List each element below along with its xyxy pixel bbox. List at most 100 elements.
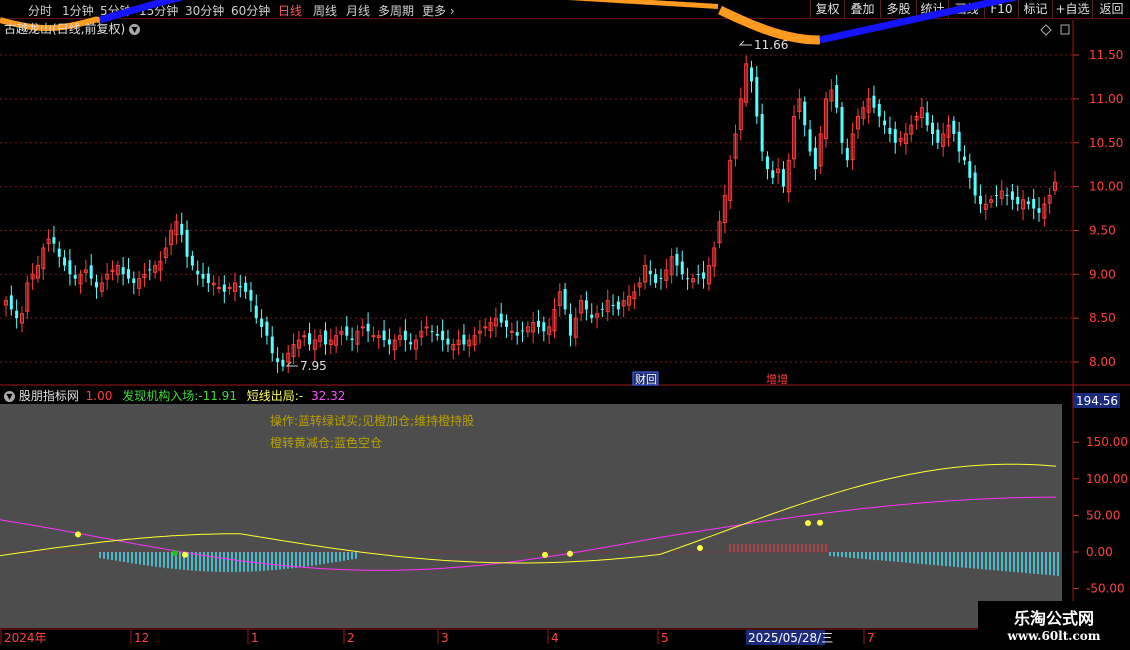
- candle-body-down: [696, 274, 700, 276]
- band-signal-dot: [542, 551, 548, 558]
- chevron-down-icon[interactable]: ▼: [129, 24, 141, 35]
- candle-body-down: [542, 322, 546, 332]
- candle-body-down: [89, 265, 93, 279]
- candle-body-down: [563, 288, 567, 310]
- candle-body-down: [957, 131, 961, 152]
- candle-body-down: [222, 284, 226, 292]
- candle-body-down: [244, 282, 248, 292]
- watermark-title: 乐淘公式网: [1013, 609, 1094, 628]
- candle-body-down: [536, 320, 540, 327]
- low-price-marker: 7.95: [285, 359, 327, 373]
- candle-body-down: [1005, 194, 1009, 196]
- band-segment-orange: [567, 0, 719, 9]
- indicator-axis: 150.00 100.00 50.00 0.00 -50.00: [1073, 435, 1128, 596]
- candle-body-down: [515, 332, 519, 336]
- price-tick-label: 10.50: [1089, 136, 1123, 150]
- band-segment-blue: [819, 0, 1019, 44]
- candle-body-down: [345, 326, 349, 336]
- candle-body-down: [249, 290, 253, 301]
- indicator-legend-line-2: 橙转黄减仓;蓝色空仓: [270, 436, 383, 450]
- institution-label: 发现机构入场:: [122, 389, 199, 403]
- band-segment-blue: [98, 0, 185, 24]
- candle-body-down: [1010, 191, 1014, 200]
- candle-body-up: [424, 326, 429, 329]
- indicator-legend-line-1: 操作:蓝转绿试买;见橙加仓;维持橙持股: [270, 414, 475, 428]
- price-tick-label: 11.50: [1089, 48, 1123, 62]
- candle-body-down: [403, 330, 407, 341]
- high-price-marker: 11.66: [738, 38, 788, 52]
- time-tick-label: 4: [551, 631, 559, 645]
- candle-body-down: [973, 172, 977, 196]
- time-tick-label: 3: [441, 631, 449, 645]
- candle-body-down: [760, 113, 764, 152]
- candle-body-up: [371, 335, 376, 338]
- low-price-label: 7.95: [300, 359, 327, 373]
- increase-badge-text: 增增: [766, 372, 788, 386]
- diamond-icon[interactable]: [1040, 24, 1052, 36]
- candle-body-down: [931, 122, 935, 134]
- candle-body-down: [675, 253, 679, 266]
- candle-body-down: [994, 195, 998, 197]
- candle-body-down: [276, 358, 280, 362]
- high-price-label: 11.66: [754, 38, 788, 52]
- candle-body-down: [654, 274, 658, 284]
- indicator-name: 股朋指标网: [18, 389, 79, 403]
- finance-report-badge[interactable]: 财回: [632, 371, 659, 386]
- candle-body-up: [483, 326, 488, 329]
- indicator-area: [0, 0, 1062, 628]
- band-signal-dot: [172, 549, 178, 556]
- candle-body-down: [382, 330, 386, 341]
- price-panel-title[interactable]: 古越龙山(日线,前复权) ▼: [4, 20, 141, 37]
- time-tick-label: 7: [867, 631, 875, 645]
- candle-body-down: [206, 273, 210, 284]
- candle-body-down: [435, 333, 439, 336]
- candle-body-down: [52, 237, 56, 244]
- candle-body-down: [260, 318, 264, 327]
- candle-body-down: [9, 295, 13, 310]
- band-signal-dot: [697, 545, 703, 552]
- time-tick-label: 5: [661, 631, 669, 645]
- candle-body-down: [813, 147, 817, 170]
- candle-body-down: [925, 112, 929, 126]
- finance-badge-text: 财回: [635, 372, 657, 386]
- candle-body-down: [121, 267, 125, 275]
- candle-body-down: [781, 169, 785, 187]
- institution-value: -11.91: [198, 389, 237, 403]
- short-exit-value: 32.32: [311, 389, 346, 403]
- price-tick-label: 8.50: [1089, 311, 1116, 325]
- indicator-tick-label: -50.00: [1086, 582, 1125, 596]
- candle-body-down: [845, 148, 849, 161]
- candle-body-up: [216, 286, 221, 289]
- candle-body-down: [877, 103, 881, 117]
- price-tick-label: 9.50: [1089, 223, 1116, 237]
- candle-body-down: [590, 314, 594, 319]
- candle-body-up: [360, 326, 365, 329]
- candle-body-down: [835, 85, 839, 108]
- candle-body-down: [600, 308, 604, 310]
- window-icon[interactable]: [1060, 24, 1070, 35]
- price-tick-label: 8.00: [1089, 355, 1116, 369]
- indicator-menu-icon[interactable]: ▼: [4, 391, 15, 402]
- indicator-title-bar[interactable]: ▼ 股朋指标网 1.00 发现机构入场:-11.91 短线出局:- 32.32: [4, 387, 345, 404]
- candle-body-down: [1032, 198, 1036, 209]
- band-signal-dot: [182, 551, 188, 558]
- band-segment-orange: [718, 5, 821, 45]
- time-axis: 2024年 12 1 2 3 4 5 2025/05/28/三 7: [0, 628, 1072, 645]
- band-signal-dot: [567, 550, 573, 557]
- share-increase-badge[interactable]: 增增: [766, 372, 788, 386]
- band-signal-dot: [817, 519, 823, 526]
- indicator-tick-label: 50.00: [1086, 508, 1120, 522]
- candle-body-down: [265, 321, 269, 336]
- stock-chart[interactable]: 11.5011.0010.5010.009.509.008.508.00 150…: [0, 0, 1130, 650]
- candle-body-down: [281, 359, 285, 367]
- time-tick-label: 2: [347, 631, 355, 645]
- candle-body-down: [952, 120, 956, 134]
- candle-body-down: [888, 127, 892, 134]
- candle-body-down: [499, 313, 503, 323]
- band-signal-dot: [75, 531, 81, 538]
- candle-body-down: [126, 269, 130, 279]
- candle-body-down: [1037, 208, 1041, 213]
- candle-body-down: [1026, 201, 1030, 205]
- price-tick-label: 11.00: [1089, 92, 1123, 106]
- candle-body-down: [771, 170, 775, 178]
